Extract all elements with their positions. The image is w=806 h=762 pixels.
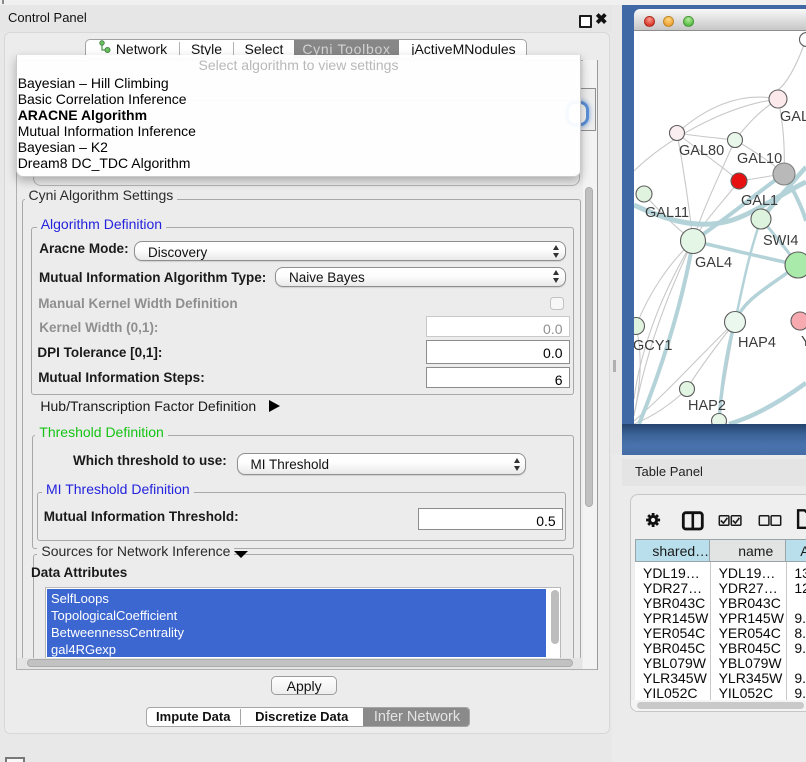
svg-text:HAP2: HAP2: [688, 398, 726, 414]
svg-text:Y: Y: [801, 334, 806, 350]
svg-text:HAP4: HAP4: [738, 335, 776, 351]
svg-text:GAL10: GAL10: [737, 151, 782, 167]
svg-text:GAL1: GAL1: [741, 193, 778, 209]
svg-text:GAL11: GAL11: [645, 205, 689, 221]
svg-text:GCY1: GCY1: [634, 338, 673, 354]
svg-text:GAL4: GAL4: [695, 255, 732, 271]
svg-text:SWI4: SWI4: [763, 233, 798, 249]
svg-text:GAL: GAL: [780, 109, 806, 125]
svg-text:GAL80: GAL80: [679, 143, 724, 159]
